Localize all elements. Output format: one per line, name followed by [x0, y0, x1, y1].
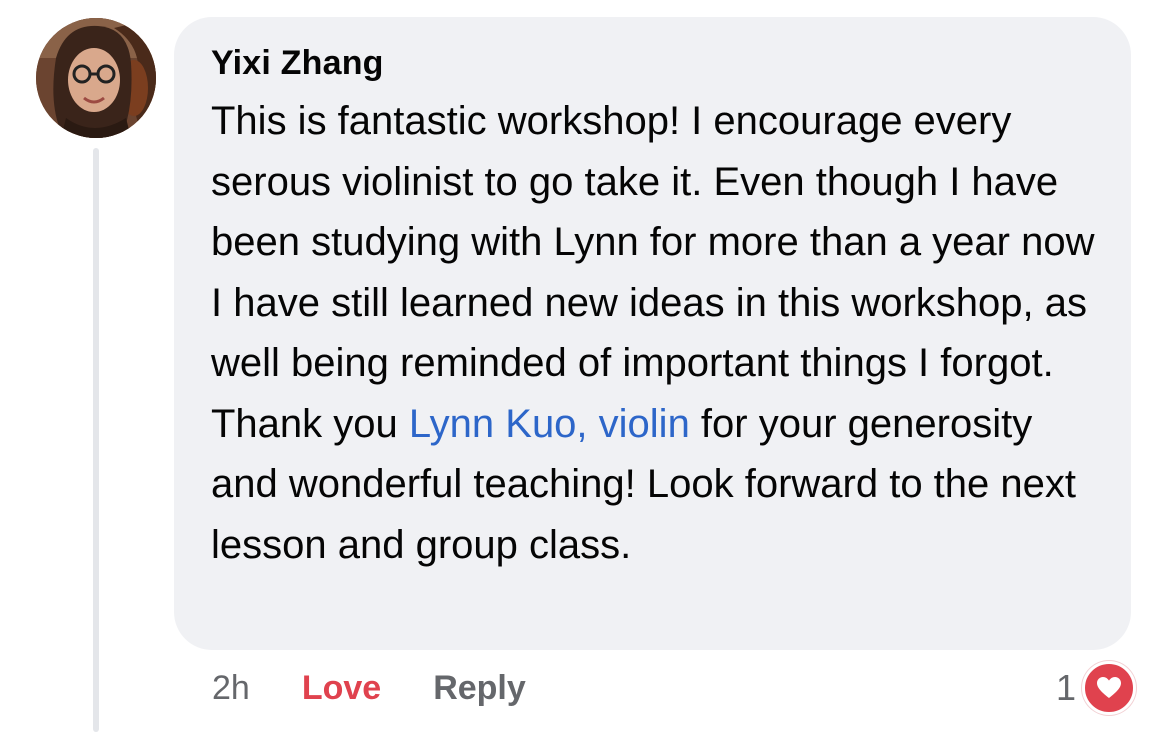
thread-line — [93, 148, 99, 732]
timestamp[interactable]: 2h — [212, 669, 250, 708]
comment-bubble: Yixi Zhang This is fantastic workshop! I… — [174, 17, 1131, 650]
avatar[interactable] — [36, 18, 156, 138]
comment-text: This is fantastic workshop! I encourage … — [211, 91, 1101, 575]
comment-view: Yixi Zhang This is fantastic workshop! I… — [0, 0, 1170, 732]
comment-actions: 2h Love Reply — [212, 664, 526, 712]
comment-text-before: This is fantastic workshop! I encourage … — [211, 99, 1095, 446]
author-name[interactable]: Yixi Zhang — [211, 41, 1101, 85]
reply-button[interactable]: Reply — [433, 669, 526, 708]
heart-icon — [1082, 661, 1136, 715]
mention-link[interactable]: Lynn Kuo, violin — [409, 402, 690, 446]
reaction-count: 1 — [1055, 667, 1076, 708]
reaction-summary[interactable]: 1 — [1055, 661, 1136, 715]
love-button[interactable]: Love — [302, 669, 381, 708]
avatar-photo — [36, 18, 156, 138]
